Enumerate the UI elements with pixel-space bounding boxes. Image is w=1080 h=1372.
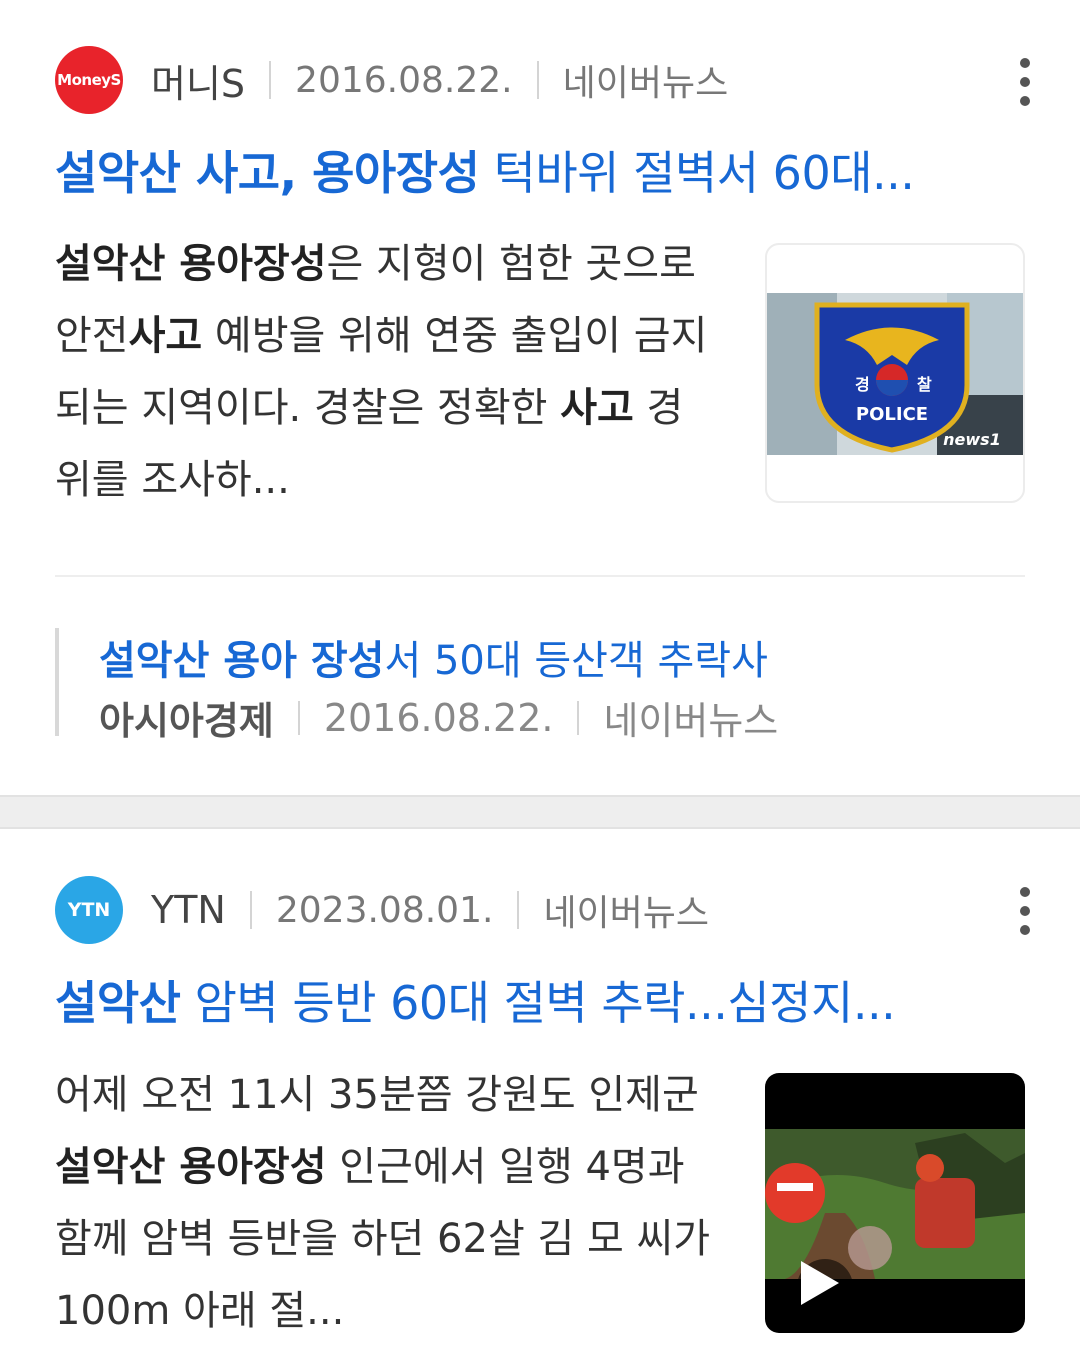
press-logo[interactable]: MoneyS [55,46,123,114]
related-title-highlight: 설악산 용아 장성 [99,638,385,684]
desc-bold: 설악산 용아장성 [55,1144,327,1190]
card-divider [55,575,1025,577]
more-dot [1020,77,1030,87]
article-date: 2016.08.22. [295,59,513,101]
related-press-name[interactable]: 아시아경제 [99,690,274,745]
source-label[interactable]: 네이버뉴스 [543,884,709,936]
related-title-text: 서 50대 등산객 추락사 [384,638,768,684]
press-name[interactable]: YTN [151,888,226,932]
card-meta: MoneyS 머니S 2016.08.22. 네이버뉴스 [55,45,728,115]
badge-char: 찰 [917,375,932,394]
article-title[interactable]: 설악산 사고, 용아장성 턱바위 절벽서 60대... [55,145,1035,201]
title-text: 암벽 등반 60대 절벽 추락...심정지... [180,976,896,1030]
more-dot [1020,906,1030,916]
article-description[interactable]: 설악산 용아장성은 지형이 험한 곳으로 안전사고 예방을 위해 연중 출입이 … [55,228,715,516]
more-options-button[interactable] [1010,883,1040,935]
police-emblem-image: 경 찰 POLICE news1 [767,293,1023,455]
related-title[interactable]: 설악산 용아 장성서 50대 등산객 추락사 [99,628,768,686]
divider [269,61,272,99]
badge-char: 경 [855,375,870,394]
press-logo[interactable]: YTN [55,876,123,944]
watermark: news1 [943,430,1001,449]
divider [577,700,580,735]
divider [249,891,252,929]
related-date: 2016.08.22. [323,695,554,740]
desc-bold: 설악산 용아장성 [55,241,327,287]
more-vertical-icon [1020,887,1030,897]
article-thumbnail[interactable]: 경 찰 POLICE news1 [765,243,1025,503]
title-highlight: 설악산 사고, 용아장성 [55,146,480,200]
divider [536,61,539,99]
related-meta: 아시아경제 2016.08.22. 네이버뉴스 [99,690,778,745]
more-dot [1020,925,1030,935]
more-vertical-icon [1020,58,1030,68]
section-separator [0,795,1080,829]
video-thumbnail[interactable] [765,1073,1025,1333]
article-date: 2023.08.01. [275,889,494,931]
desc-text: 어제 오전 11시 35분쯤 강원도 인제군 [55,1072,699,1118]
card-meta: YTN YTN 2023.08.01. 네이버뉴스 [55,875,709,945]
desc-bold: 사고 [128,313,203,359]
divider [517,891,520,929]
related-source[interactable]: 네이버뉴스 [603,690,778,745]
related-article[interactable]: 설악산 용아 장성서 50대 등산객 추락사 아시아경제 2016.08.22.… [55,628,959,743]
article-title[interactable]: 설악산 암벽 등반 60대 절벽 추락...심정지... [55,975,1035,1031]
article-description[interactable]: 어제 오전 11시 35분쯤 강원도 인제군 설악산 용아장성 인근에서 일행 … [55,1059,715,1347]
badge-text: POLICE [856,404,928,425]
press-name[interactable]: 머니S [151,53,245,108]
news-card-2: YTN YTN 2023.08.01. 네이버뉴스 설악산 암벽 등반 60대 … [0,829,1080,1372]
title-text: 턱바위 절벽서 60대... [479,146,915,200]
source-label[interactable]: 네이버뉴스 [563,54,729,106]
more-options-button[interactable] [1010,54,1040,106]
title-highlight: 설악산 [55,976,181,1030]
play-icon[interactable] [801,1261,839,1305]
more-dot [1020,96,1030,106]
divider [297,700,300,735]
news-card-1: MoneyS 머니S 2016.08.22. 네이버뉴스 설악산 사고, 용아장… [0,0,1080,780]
desc-bold: 사고 [560,385,634,431]
